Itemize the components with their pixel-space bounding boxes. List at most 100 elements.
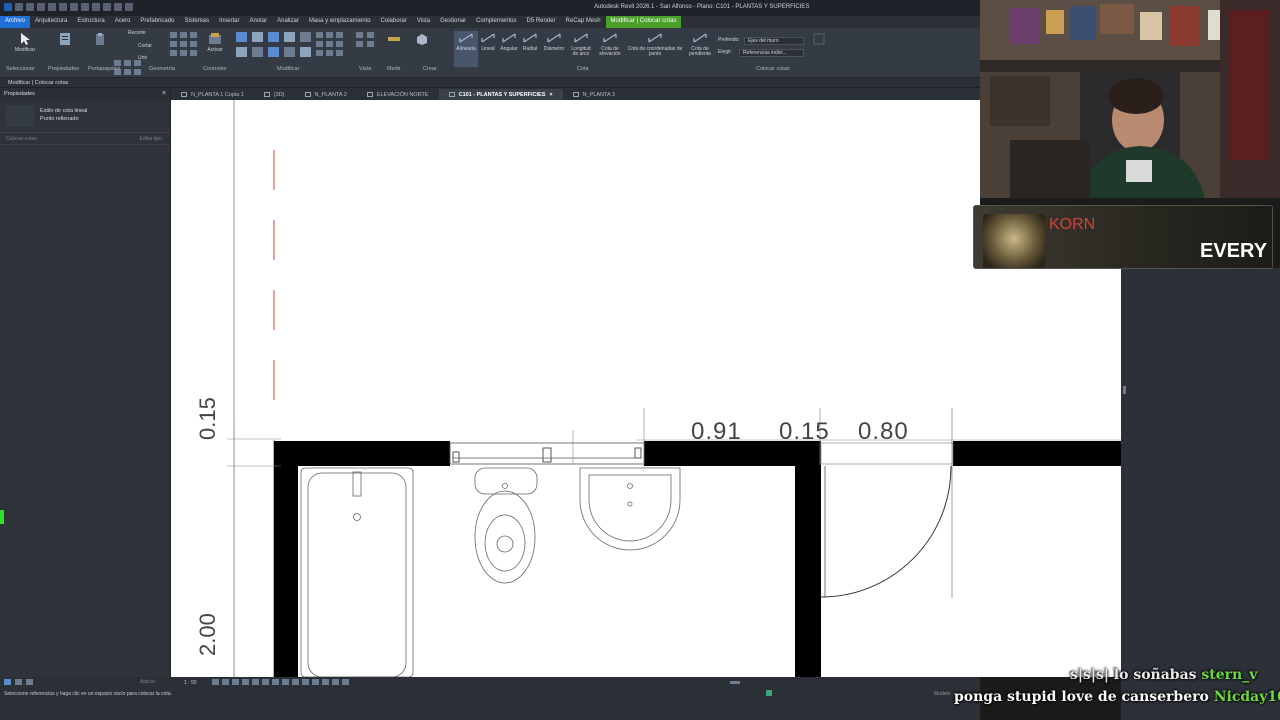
hide-isolate-icon[interactable]	[282, 679, 289, 685]
activate-label: Activar	[207, 47, 223, 53]
analysis-icon[interactable]	[312, 679, 319, 685]
sun-path-icon[interactable]	[232, 679, 239, 685]
view-scale[interactable]: 1 : 50	[184, 680, 197, 686]
3d-view-icon[interactable]	[103, 3, 111, 11]
ribbon-tab[interactable]: Gestionar	[435, 16, 471, 28]
section-icon[interactable]	[114, 3, 122, 11]
open-icon[interactable]	[15, 3, 23, 11]
dim-text-left-bottom[interactable]: 2.00	[195, 613, 221, 656]
ribbon-tab[interactable]: Acero	[110, 16, 136, 28]
workset-icon[interactable]	[4, 679, 11, 685]
view-tab[interactable]: {3D}	[254, 89, 295, 100]
measure-button[interactable]	[384, 32, 404, 48]
ribbon-tab[interactable]: Complementos	[471, 16, 521, 28]
ribbon-tab[interactable]: Colaborar	[376, 16, 412, 28]
chat-user: Nicday10	[1213, 689, 1280, 705]
visual-style-icon[interactable]	[222, 679, 229, 685]
ribbon-tab[interactable]: D5 Render	[522, 16, 561, 28]
select-panel-label[interactable]: Seleccionar	[6, 66, 35, 72]
ribbon-tab[interactable]: Estructura	[72, 16, 109, 28]
dim-tool-button[interactable]: Cota de pendiente	[686, 31, 714, 57]
dim-tool-button[interactable]: Cota de elevación	[596, 31, 624, 57]
disabled-tool-button[interactable]	[808, 32, 830, 48]
text-icon[interactable]	[92, 3, 100, 11]
view-tab[interactable]: ELEVACIÓN NORTE	[357, 89, 439, 100]
ribbon-tab[interactable]: Insertar	[214, 16, 244, 28]
type-selector[interactable]: Estilo de cota lineal Punto rellenado	[0, 99, 170, 133]
ribbon-tab[interactable]: ReCap Mesh	[561, 16, 606, 28]
sync-icon[interactable]	[766, 690, 772, 696]
ribbon-tab[interactable]: Vista	[412, 16, 435, 28]
dim-tool-label: Diámetro	[543, 46, 565, 52]
ribbon-tab[interactable]: Masa y emplazamiento	[304, 16, 376, 28]
close-views-icon[interactable]	[125, 3, 133, 11]
view-tab-label: ELEVACIÓN NORTE	[376, 91, 429, 98]
dim-tool-button[interactable]: Cota de coordenadas de punto	[626, 31, 684, 57]
instance-filter[interactable]: Colocar cotas Editar tipo	[0, 133, 170, 145]
close-tab-icon[interactable]: ×	[549, 92, 552, 98]
modify-button[interactable]: Modificar	[8, 32, 42, 53]
detail-level-icon[interactable]	[212, 679, 219, 685]
save-icon[interactable]	[26, 3, 34, 11]
view-tab[interactable]: N_PLANTA 1 Copia 1	[171, 89, 254, 100]
pick-select[interactable]: Referencias indivi...	[739, 49, 804, 57]
dimension-icon	[481, 33, 495, 43]
ribbon-tab[interactable]: Prefabricado	[135, 16, 179, 28]
ribbon-tab[interactable]: Analizar	[272, 16, 304, 28]
dim-text-1[interactable]: 0.91	[691, 418, 742, 446]
ribbon-tab[interactable]: Modificar | Colocar cotas	[605, 16, 682, 28]
dim-text-left-top[interactable]: 0.15	[195, 397, 221, 440]
view-icon	[304, 92, 311, 97]
join-button[interactable]: Unir	[138, 56, 178, 61]
ribbon-tab[interactable]: Sistemas	[179, 16, 214, 28]
view-tab[interactable]: N_PLANTA 2	[295, 89, 357, 100]
dimension-icon	[502, 33, 516, 43]
dim-tool-label: Cota de pendiente	[689, 46, 711, 57]
dim-tool-button[interactable]: Lineal	[480, 31, 496, 52]
undo-icon[interactable]	[37, 3, 45, 11]
ribbon-tab[interactable]: Arquitectura	[30, 16, 72, 28]
scroll-handle[interactable]	[730, 681, 740, 684]
dim-tool-button[interactable]: Alineada	[454, 31, 478, 67]
print-icon[interactable]	[59, 3, 67, 11]
dim-tool-button[interactable]: Diámetro	[541, 31, 567, 52]
dim-tool-button[interactable]: Longitud de arco	[568, 31, 594, 57]
shadows-icon[interactable]	[242, 679, 249, 685]
scrollbar-thumb[interactable]	[1123, 386, 1126, 394]
design-options-icon[interactable]	[15, 679, 22, 685]
properties-button[interactable]	[54, 32, 76, 48]
show-crop-icon[interactable]	[262, 679, 269, 685]
crop-icon[interactable]	[252, 679, 259, 685]
dim-tool-button[interactable]: Angular	[498, 31, 520, 52]
preferred-select[interactable]: Ejes del muro	[744, 37, 804, 45]
drawing-canvas[interactable]: 0.91 0.15 0.80 0.15 2.00	[171, 100, 980, 677]
dim-text-3[interactable]: 0.80	[858, 418, 909, 446]
dimension-icon	[693, 33, 707, 43]
filter-icon[interactable]	[26, 679, 33, 685]
lock-icon[interactable]	[272, 679, 279, 685]
dim-tool-label: Longitud de arco	[571, 46, 591, 57]
redo-icon[interactable]	[48, 3, 56, 11]
close-icon[interactable]: ×	[162, 90, 166, 97]
view-tab[interactable]: N_PLANTA 3	[563, 89, 625, 100]
edit-type-button[interactable]: Editar tipo	[139, 136, 162, 142]
ribbon-tab[interactable]: Anotar	[244, 16, 272, 28]
apply-button[interactable]: Aplicar	[140, 679, 155, 685]
ribbon-tab[interactable]: Archivo	[0, 16, 31, 28]
dim-text-2[interactable]: 0.15	[779, 418, 830, 446]
trim-button[interactable]: Recorte	[128, 31, 168, 36]
measure-icon[interactable]	[70, 3, 78, 11]
drawing-canvas-extension	[980, 268, 1121, 677]
view-tab[interactable]: C101 - PLANTAS Y SUPERFICIES ×	[438, 89, 563, 100]
highlight-icon[interactable]	[332, 679, 339, 685]
reveal-icon[interactable]	[292, 679, 299, 685]
dim-tool-button[interactable]: Radial	[520, 31, 540, 52]
paste-button[interactable]	[88, 32, 112, 48]
temp-view-icon[interactable]	[302, 679, 309, 685]
revit-logo-icon[interactable]	[4, 3, 12, 11]
collapse-icon[interactable]	[342, 679, 349, 685]
activate-button[interactable]: Activar	[202, 32, 228, 53]
constraints-icon[interactable]	[322, 679, 329, 685]
dimension-icon[interactable]	[81, 3, 89, 11]
create-button[interactable]	[412, 32, 432, 48]
